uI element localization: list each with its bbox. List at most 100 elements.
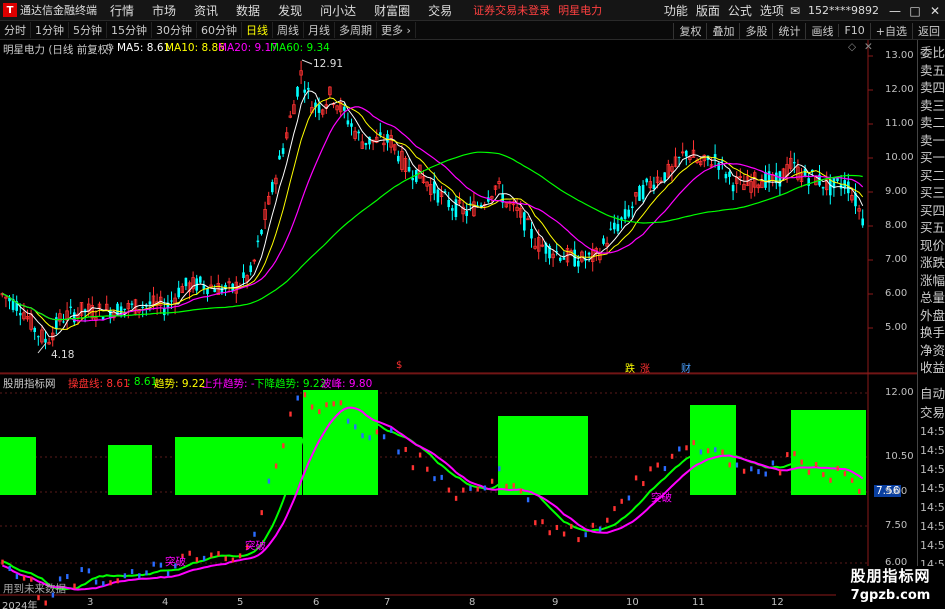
app-logo-icon: T [3, 3, 17, 17]
sub-bar [368, 435, 371, 441]
tab-intraday[interactable]: 分时 [0, 22, 31, 38]
stats-button[interactable]: 统计 [772, 22, 805, 39]
sub-bar [476, 486, 479, 492]
tab-multi-period[interactable]: 多周期 [335, 22, 377, 38]
quote-label: 卖三 [920, 97, 945, 113]
minimize-icon[interactable]: — [885, 4, 905, 18]
overlay-button[interactable]: 叠加 [706, 22, 739, 39]
menu-bar: T 通达信金融终端 行情 市场 资讯 数据 发现 问小达 财富圈 交易 证券交易… [0, 0, 945, 21]
menu-data[interactable]: 数据 [227, 2, 269, 19]
candle-body [641, 184, 645, 200]
quote-label: 现价 [920, 237, 945, 253]
tab-monthly[interactable]: 月线 [304, 22, 335, 38]
ma10-line [2, 97, 864, 331]
sub-bar [721, 449, 724, 455]
quote-label: 买二 [920, 167, 945, 183]
candle-body [685, 150, 688, 157]
sub-bar [678, 446, 681, 452]
menu-discover[interactable]: 发现 [269, 2, 311, 19]
sub-bar [274, 463, 278, 469]
sub-bar [145, 570, 148, 576]
sub-bar [260, 510, 263, 516]
legend-ma20: MA20: 9.17 [218, 42, 278, 54]
trade-time-label: 自动 [920, 386, 945, 401]
menu-market[interactable]: 市场 [143, 2, 185, 19]
menu-options[interactable]: 选项 [756, 2, 788, 19]
candle-body [101, 316, 105, 320]
sub-indicator-name[interactable]: 股朋指标网 [3, 376, 56, 391]
sub-tick: 7.50 [885, 520, 908, 531]
quote-label: 买五 [920, 220, 945, 235]
collapse-icon[interactable]: ◇ [848, 41, 856, 53]
price-tick: 13.00 [885, 50, 914, 61]
menu-news[interactable]: 资讯 [185, 2, 227, 19]
maximize-icon[interactable]: □ [905, 4, 925, 18]
candle-body [19, 312, 22, 316]
sub-bar [152, 561, 155, 567]
sub-bar [289, 411, 292, 417]
tab-5min[interactable]: 5分钟 [69, 22, 107, 38]
sub-bar [188, 550, 191, 556]
candle-body [350, 123, 353, 127]
mail-icon[interactable]: ✉ [788, 4, 802, 18]
draw-line-button[interactable]: 画线 [805, 22, 838, 39]
candle-body [317, 104, 321, 113]
menu-function[interactable]: 功能 [660, 2, 692, 19]
price-tick: 5.00 [885, 322, 908, 333]
tab-1min[interactable]: 1分钟 [31, 22, 69, 38]
menu-trade[interactable]: 交易 [419, 2, 461, 19]
break-label-3: 突破 [651, 492, 672, 504]
f10-button[interactable]: F10 [838, 24, 869, 37]
sub-bar [138, 573, 141, 579]
back-button[interactable]: 返回 [912, 22, 945, 39]
sub-bar [130, 569, 134, 575]
sub-bar [490, 478, 494, 484]
close-icon[interactable]: ✕ [925, 4, 945, 18]
menu-quotes[interactable]: 行情 [101, 2, 143, 19]
sub-bar [15, 574, 19, 580]
sub-bar [692, 440, 695, 446]
sub-green-block [690, 405, 736, 495]
add-watchlist-button[interactable]: +自选 [869, 22, 912, 39]
sub-bar [836, 465, 839, 471]
sub-bar [642, 481, 645, 487]
sub-bar [116, 578, 119, 584]
adjust-button[interactable]: 复权 [673, 22, 706, 39]
candle-body [631, 206, 634, 208]
menu-formula[interactable]: 公式 [724, 2, 756, 19]
tab-60min[interactable]: 60分钟 [197, 22, 242, 38]
candle-body [523, 212, 526, 231]
sub-bar [584, 532, 587, 538]
user-account[interactable]: 152****9892 [802, 4, 885, 17]
menu-ask[interactable]: 问小达 [311, 2, 365, 19]
sub-bar [22, 575, 26, 581]
candle-body [616, 224, 620, 232]
multi-stock-button[interactable]: 多股 [739, 22, 772, 39]
login-notice[interactable]: 证券交易未登录 [469, 2, 554, 18]
date-tick: 2024年 [2, 601, 38, 609]
tab-30min[interactable]: 30分钟 [152, 22, 197, 38]
candle-body [303, 89, 306, 93]
menu-wealth[interactable]: 财富圈 [365, 2, 419, 19]
tab-weekly[interactable]: 周线 [273, 22, 304, 38]
tab-more[interactable]: 更多 › [377, 22, 416, 38]
sub-bar [656, 462, 659, 468]
tab-15min[interactable]: 15分钟 [107, 22, 152, 38]
trade-time-label: 14:56 [920, 501, 945, 514]
chart-canvas[interactable] [0, 40, 917, 609]
trade-time-label: 14:56 [920, 539, 945, 552]
sub-bar [613, 506, 616, 512]
menu-layout[interactable]: 版面 [692, 2, 724, 19]
stock-name: 明星电力 [558, 4, 603, 17]
panel-close-icon[interactable]: ✕ [864, 41, 873, 53]
candle-body [793, 162, 796, 164]
candle-body [731, 185, 735, 192]
ma5-line [2, 90, 864, 338]
gear-icon[interactable]: ⚙ [105, 42, 114, 54]
signal-finance: 财 [681, 364, 691, 375]
candle-body [148, 301, 152, 305]
tab-daily[interactable]: 日线 [242, 22, 273, 38]
break-label-1: 突破 [165, 556, 186, 568]
sub-bar [390, 427, 393, 433]
signal-rise: 涨 [640, 364, 650, 375]
